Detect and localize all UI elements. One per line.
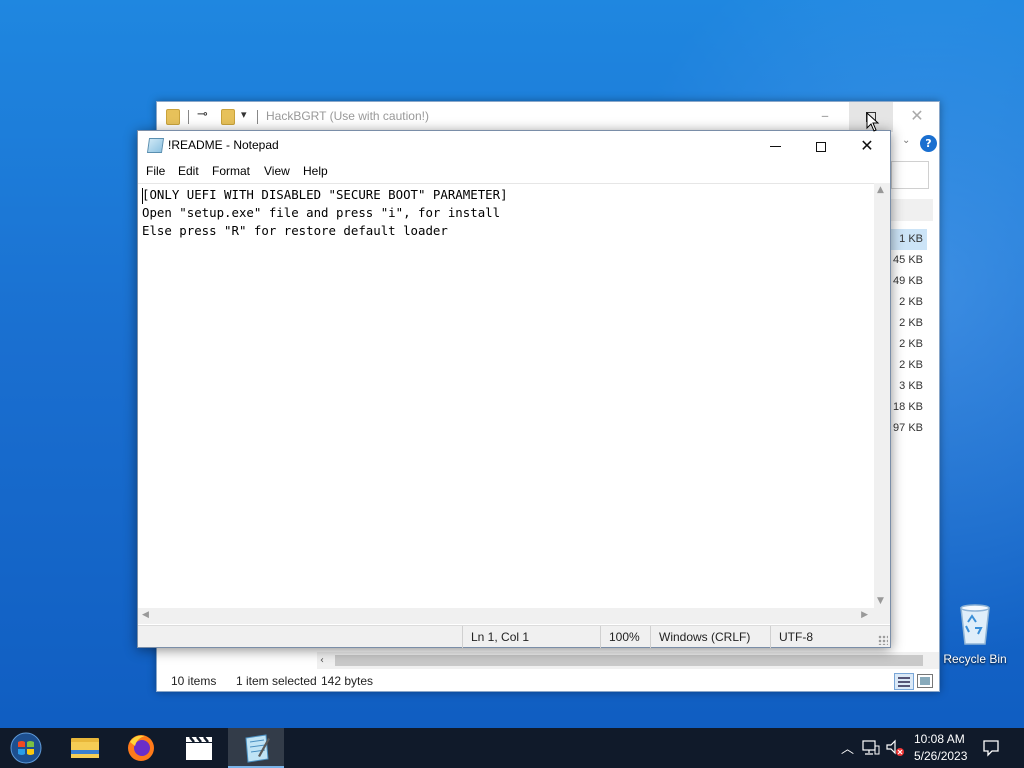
clock-time[interactable]: 10:08 AM <box>914 732 965 746</box>
size-column: 1 KB 45 KB 49 KB 2 KB 2 KB 2 KB 2 KB 3 K… <box>891 229 927 439</box>
explorer-horizontal-scrollbar[interactable]: ‹ › <box>317 652 953 669</box>
file-explorer-icon <box>71 738 99 758</box>
menu-edit[interactable]: Edit <box>178 164 199 178</box>
file-size-cell[interactable]: 2 KB <box>891 334 927 355</box>
explorer-titlebar[interactable]: ⊸ ▾ HackBGRT (Use with caution!) – ✕ <box>157 102 939 132</box>
text-encoding: UTF-8 <box>770 626 876 648</box>
notepad-maximize-button[interactable] <box>798 131 844 161</box>
menu-help[interactable]: Help <box>303 164 328 178</box>
item-count: 10 items <box>171 674 217 688</box>
file-size-cell[interactable]: 18 KB <box>891 397 927 418</box>
menu-format[interactable]: Format <box>212 164 250 178</box>
recycle-bin-label: Recycle Bin <box>943 652 1007 666</box>
notepad-icon <box>245 734 270 763</box>
menu-view[interactable]: View <box>264 164 290 178</box>
file-size-cell[interactable]: 45 KB <box>891 250 927 271</box>
video-clapper-icon <box>186 736 212 760</box>
notepad-icon <box>146 138 165 153</box>
file-size-cell[interactable]: 2 KB <box>891 355 927 376</box>
scrollbar-thumb[interactable] <box>335 655 923 666</box>
large-icons-view-icon[interactable] <box>917 674 933 688</box>
text-line: [ONLY UEFI WITH DISABLED "SECURE BOOT" P… <box>142 187 508 202</box>
text-editor-area[interactable]: [ONLY UEFI WITH DISABLED "SECURE BOOT" P… <box>138 183 874 608</box>
selection-size: 142 bytes <box>321 674 374 688</box>
scroll-right-icon[interactable]: ▶ <box>861 610 868 620</box>
taskbar-notepad[interactable] <box>228 728 284 768</box>
text-line: Open "setup.exe" file and press "i", for… <box>142 205 501 220</box>
windows-start-icon[interactable] <box>6 731 46 765</box>
scroll-up-icon[interactable]: ▲ <box>877 185 884 195</box>
notepad-titlebar[interactable]: !README - Notepad ✕ <box>138 131 890 161</box>
action-center-icon[interactable] <box>982 739 1000 757</box>
new-folder-icon[interactable] <box>221 109 235 125</box>
expand-ribbon-icon[interactable]: ⌄ <box>902 135 910 146</box>
selection-count: 1 item selected <box>236 674 317 688</box>
notepad-close-button[interactable]: ✕ <box>844 131 890 161</box>
details-view-icon[interactable] <box>894 673 914 690</box>
file-size-cell[interactable]: 1 KB <box>891 229 927 250</box>
firefox-icon <box>128 735 154 761</box>
recycle-bin[interactable]: Recycle Bin <box>940 600 1010 670</box>
taskbar-video-editor[interactable] <box>171 728 227 768</box>
explorer-window-title: HackBGRT (Use with caution!) <box>266 109 429 123</box>
maximize-icon <box>816 141 826 152</box>
taskbar-firefox[interactable] <box>113 728 169 768</box>
notepad-horizontal-scrollbar[interactable]: ◀ ▶ <box>138 608 874 624</box>
notepad-window[interactable]: !README - Notepad ✕ File Edit Format Vie… <box>137 130 891 648</box>
volume-muted-icon[interactable] <box>885 739 905 757</box>
file-size-cell[interactable]: 49 KB <box>891 271 927 292</box>
scroll-left-icon[interactable]: ‹ <box>320 652 324 669</box>
menu-bar: File Edit Format View Help <box>138 161 890 181</box>
folder-icon <box>166 109 180 125</box>
search-box[interactable] <box>891 161 929 189</box>
toolbar-separator <box>257 110 258 124</box>
file-size-cell[interactable]: 3 KB <box>891 376 927 397</box>
file-size-cell[interactable]: 97 KB <box>891 418 927 439</box>
file-size-cell[interactable]: 2 KB <box>891 313 927 334</box>
notepad-status-bar: Ln 1, Col 1 100% Windows (CRLF) UTF-8 <box>138 625 890 648</box>
scrollbar-corner <box>874 608 890 624</box>
column-header[interactable] <box>891 199 933 221</box>
taskbar: ︿ 10:08 AM 5/26/2023 <box>0 728 1024 768</box>
scroll-down-icon[interactable]: ▼ <box>877 596 884 606</box>
notepad-minimize-button[interactable] <box>752 131 798 161</box>
text-line: Else press "R" for restore default loade… <box>142 223 448 238</box>
network-icon[interactable] <box>862 740 880 756</box>
mouse-pointer-icon <box>866 112 880 132</box>
file-size-cell[interactable]: 2 KB <box>891 292 927 313</box>
notepad-vertical-scrollbar[interactable]: ▲ ▼ <box>874 183 890 608</box>
taskbar-file-explorer[interactable] <box>57 728 113 768</box>
cursor-position: Ln 1, Col 1 <box>462 626 600 648</box>
pin-icon[interactable]: ⊸ <box>197 107 208 122</box>
recycle-bin-icon <box>960 604 990 645</box>
minimize-icon <box>769 146 781 147</box>
resize-grip-icon[interactable] <box>878 635 888 645</box>
scroll-left-icon[interactable]: ◀ <box>142 610 149 620</box>
zoom-level: 100% <box>600 626 650 648</box>
line-ending-type: Windows (CRLF) <box>650 626 770 648</box>
notepad-window-title: !README - Notepad <box>168 138 279 152</box>
show-hidden-icons-icon[interactable]: ︿ <box>841 738 854 757</box>
explorer-minimize-button[interactable]: – <box>803 102 847 132</box>
toolbar-separator <box>188 110 189 124</box>
quick-access-dropdown-icon[interactable]: ▾ <box>241 108 247 121</box>
menu-file[interactable]: File <box>146 164 165 178</box>
help-icon[interactable]: ? <box>920 135 937 152</box>
clock-date[interactable]: 5/26/2023 <box>914 749 967 763</box>
explorer-status-bar: 10 items 1 item selected 142 bytes <box>157 671 939 691</box>
explorer-close-button[interactable]: ✕ <box>895 102 939 132</box>
